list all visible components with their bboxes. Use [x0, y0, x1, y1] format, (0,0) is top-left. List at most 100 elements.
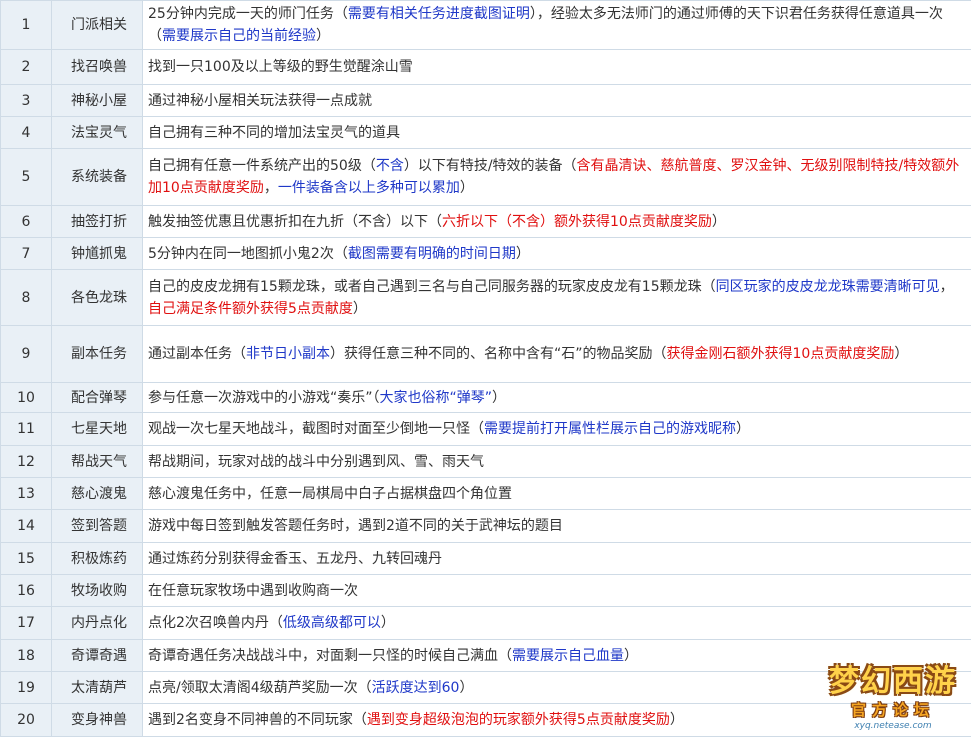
description-segment: 遇到变身超级泡泡的玩家额外获得5点贡献度奖励 — [366, 712, 670, 728]
task-description: 找到一只100及以上等级的野生觉醒涂山雪 — [142, 49, 971, 85]
description-segment: ） — [380, 615, 395, 631]
task-description: 自己的皮皮龙拥有15颗龙珠，或者自己遇到三名与自己同服务器的玩家皮皮龙有15颗龙… — [142, 269, 971, 326]
table-row: 19 太清葫芦 点亮/领取太清阁4级葫芦奖励一次（活跃度达到60） — [0, 671, 971, 704]
table-row: 17 内丹点化 点化2次召唤兽内丹（低级高级都可以） — [0, 606, 971, 640]
description-segment: 通过炼药分别获得金香玉、五龙丹、九转回魂丹 — [148, 550, 442, 567]
description-segment: 通过神秘小屋相关玩法获得一点成就 — [148, 92, 372, 109]
task-description: 通过副本任务（非节日小副本）获得任意三种不同的、名称中含有“石”的物品奖励（获得… — [142, 325, 971, 383]
description-segment: ） — [624, 647, 638, 664]
task-description: 25分钟内完成一天的师门任务（需要有相关任务进度截图证明），经验太多无法师门的通… — [142, 0, 971, 50]
description-segment: 帮战期间，玩家对战的战斗中分别遇到风、雪、雨天气 — [148, 453, 484, 470]
row-number: 9 — [0, 325, 52, 383]
table-row: 4 法宝灵气 自己拥有三种不同的增加法宝灵气的道具 — [0, 116, 971, 149]
row-number: 4 — [0, 116, 52, 149]
description-segment: ， — [263, 180, 278, 196]
task-table-body: 1 门派相关 25分钟内完成一天的师门任务（需要有相关任务进度截图证明），经验太多无… — [0, 0, 971, 737]
table-row: 8 各色龙珠 自己的皮皮龙拥有15颗龙珠，或者自己遇到三名与自己同服务器的玩家皮皮龙… — [0, 269, 971, 326]
description-segment: 需要展示自己血量 — [512, 647, 624, 664]
row-number: 13 — [0, 477, 52, 510]
task-description: 自己拥有任意一件系统产出的50级（不含）以下有特技/特效的装备（含有晶清诀、慈航… — [142, 148, 971, 206]
description-segment: 同区玩家的皮皮龙龙珠需要清晰可见 — [715, 278, 940, 295]
table-row: 1 门派相关 25分钟内完成一天的师门任务（需要有相关任务进度截图证明），经验太多无… — [0, 0, 971, 50]
task-description: 在任意玩家牧场中遇到收购商一次 — [142, 574, 971, 607]
table-row: 6 抽签打折 触发抽签优惠且优惠折扣在九折（不含）以下（六折以下（不含）额外获得10… — [0, 205, 971, 238]
description-segment: 一件装备含以上多种可以累加 — [277, 180, 460, 196]
description-segment: 通过副本任务（ — [148, 346, 246, 362]
description-segment: 非节日小副本 — [246, 346, 330, 362]
row-number: 17 — [0, 606, 52, 640]
row-number: 16 — [0, 574, 52, 607]
task-description: 观战一次七星天地战斗，截图时对面至少倒地一只怪（需要提前打开属性栏展示自己的游戏… — [142, 412, 971, 446]
description-segment: ） — [736, 421, 750, 437]
description-segment: ） — [711, 213, 726, 230]
description-segment: 截图需要有明确的时间日期 — [347, 245, 516, 262]
task-name: 钟馗抓鬼 — [51, 237, 143, 270]
description-segment: 需要提前打开属性栏展示自己的游戏昵称 — [484, 421, 736, 437]
description-segment: 活跃度达到60 — [371, 679, 460, 696]
description-segment: 在任意玩家牧场中遇到收购商一次 — [148, 582, 358, 599]
row-number: 5 — [0, 148, 52, 206]
table-row: 15 积极炼药 通过炼药分别获得金香玉、五龙丹、九转回魂丹 — [0, 542, 971, 575]
description-segment: 观战一次七星天地战斗，截图时对面至少倒地一只怪（ — [148, 421, 484, 437]
description-segment: 找到一只100及以上等级的野生觉醒涂山雪 — [148, 59, 413, 75]
task-description: 自己拥有三种不同的增加法宝灵气的道具 — [142, 116, 971, 149]
description-segment: ） — [894, 346, 909, 362]
table-row: 5 系统装备 自己拥有任意一件系统产出的50级（不含）以下有特技/特效的装备（含有晶… — [0, 148, 971, 206]
row-number: 11 — [0, 412, 52, 446]
row-number: 18 — [0, 639, 52, 672]
description-segment: 需要有相关任务进度截图证明 — [347, 6, 530, 22]
description-segment: ）以下有特技/特效的装备（ — [403, 158, 577, 174]
description-segment: 需要展示自己的当前经验 — [162, 28, 316, 44]
task-description: 参与任意一次游戏中的小游戏“奏乐”（大家也俗称“弹琴”） — [142, 382, 971, 413]
description-segment: 奇谭奇遇任务决战战斗中，对面剩一只怪的时候自己满血（ — [148, 647, 512, 664]
description-segment: ） — [352, 300, 367, 317]
task-name: 帮战天气 — [51, 445, 143, 478]
row-number: 19 — [0, 671, 52, 704]
description-segment: 自己满足条件额外获得5点贡献度 — [148, 300, 353, 317]
task-name: 法宝灵气 — [51, 116, 143, 149]
description-segment: 六折以下（不含） — [442, 213, 554, 230]
task-name: 签到答题 — [51, 509, 143, 543]
description-segment: 遇到2名变身不同神兽的不同玩家（ — [148, 712, 367, 728]
task-name: 变身神兽 — [51, 703, 143, 737]
description-segment: ） — [316, 28, 330, 44]
description-segment: ， — [939, 278, 954, 295]
row-number: 3 — [0, 84, 52, 117]
task-name: 各色龙珠 — [51, 269, 143, 326]
description-segment: 慈心渡鬼任务中，任意一局棋局中白子占据棋盘四个角位置 — [148, 485, 512, 502]
task-description: 触发抽签优惠且优惠折扣在九折（不含）以下（六折以下（不含）额外获得10点贡献度奖… — [142, 205, 971, 238]
task-name: 奇谭奇遇 — [51, 639, 143, 672]
table-row: 13 慈心渡鬼 慈心渡鬼任务中，任意一局棋局中白子占据棋盘四个角位置 — [0, 477, 971, 510]
task-description: 点化2次召唤兽内丹（低级高级都可以） — [142, 606, 971, 640]
task-description: 游戏中每日签到触发答题任务时，遇到2道不同的关于武神坛的题目 — [142, 509, 971, 543]
task-name: 牧场收购 — [51, 574, 143, 607]
table-row: 16 牧场收购 在任意玩家牧场中遇到收购商一次 — [0, 574, 971, 607]
description-segment: 不含 — [375, 158, 404, 174]
table-row: 12 帮战天气 帮战期间，玩家对战的战斗中分别遇到风、雪、雨天气 — [0, 445, 971, 478]
row-number: 14 — [0, 509, 52, 543]
table-row: 18 奇谭奇遇 奇谭奇遇任务决战战斗中，对面剩一只怪的时候自己满血（需要展示自己血量… — [0, 639, 971, 672]
table-row: 9 副本任务 通过副本任务（非节日小副本）获得任意三种不同的、名称中含有“石”的物品… — [0, 325, 971, 383]
description-segment: 自己拥有三种不同的增加法宝灵气的道具 — [148, 124, 400, 141]
task-description: 慈心渡鬼任务中，任意一局棋局中白子占据棋盘四个角位置 — [142, 477, 971, 510]
description-segment: ） — [459, 679, 474, 696]
description-segment: ） — [515, 245, 530, 262]
task-name: 内丹点化 — [51, 606, 143, 640]
task-description: 通过炼药分别获得金香玉、五龙丹、九转回魂丹 — [142, 542, 971, 575]
table-row: 7 钟馗抓鬼 5分钟内在同一地图抓小鬼2次（截图需要有明确的时间日期） — [0, 237, 971, 270]
description-segment: 低级高级都可以 — [282, 615, 381, 631]
row-number: 12 — [0, 445, 52, 478]
table-row: 11 七星天地 观战一次七星天地战斗，截图时对面至少倒地一只怪（需要提前打开属性栏展… — [0, 412, 971, 446]
task-name: 积极炼药 — [51, 542, 143, 575]
description-segment: 获得金刚石额外获得10点贡献度奖励 — [666, 346, 895, 362]
task-name: 门派相关 — [51, 0, 143, 50]
description-segment: 点亮/领取太清阁4级葫芦奖励一次（ — [148, 679, 372, 696]
task-name: 太清葫芦 — [51, 671, 143, 704]
description-segment: ） — [669, 712, 684, 728]
description-segment: 自己的皮皮龙拥有15颗龙珠，或者自己遇到三名与自己同服务器的玩家皮皮龙有15颗龙… — [148, 278, 716, 295]
row-number: 6 — [0, 205, 52, 238]
description-segment: 5分钟内在同一地图抓小鬼2次（ — [148, 245, 348, 262]
task-description: 5分钟内在同一地图抓小鬼2次（截图需要有明确的时间日期） — [142, 237, 971, 270]
task-description: 通过神秘小屋相关玩法获得一点成就 — [142, 84, 971, 117]
description-segment: ） — [459, 180, 474, 196]
